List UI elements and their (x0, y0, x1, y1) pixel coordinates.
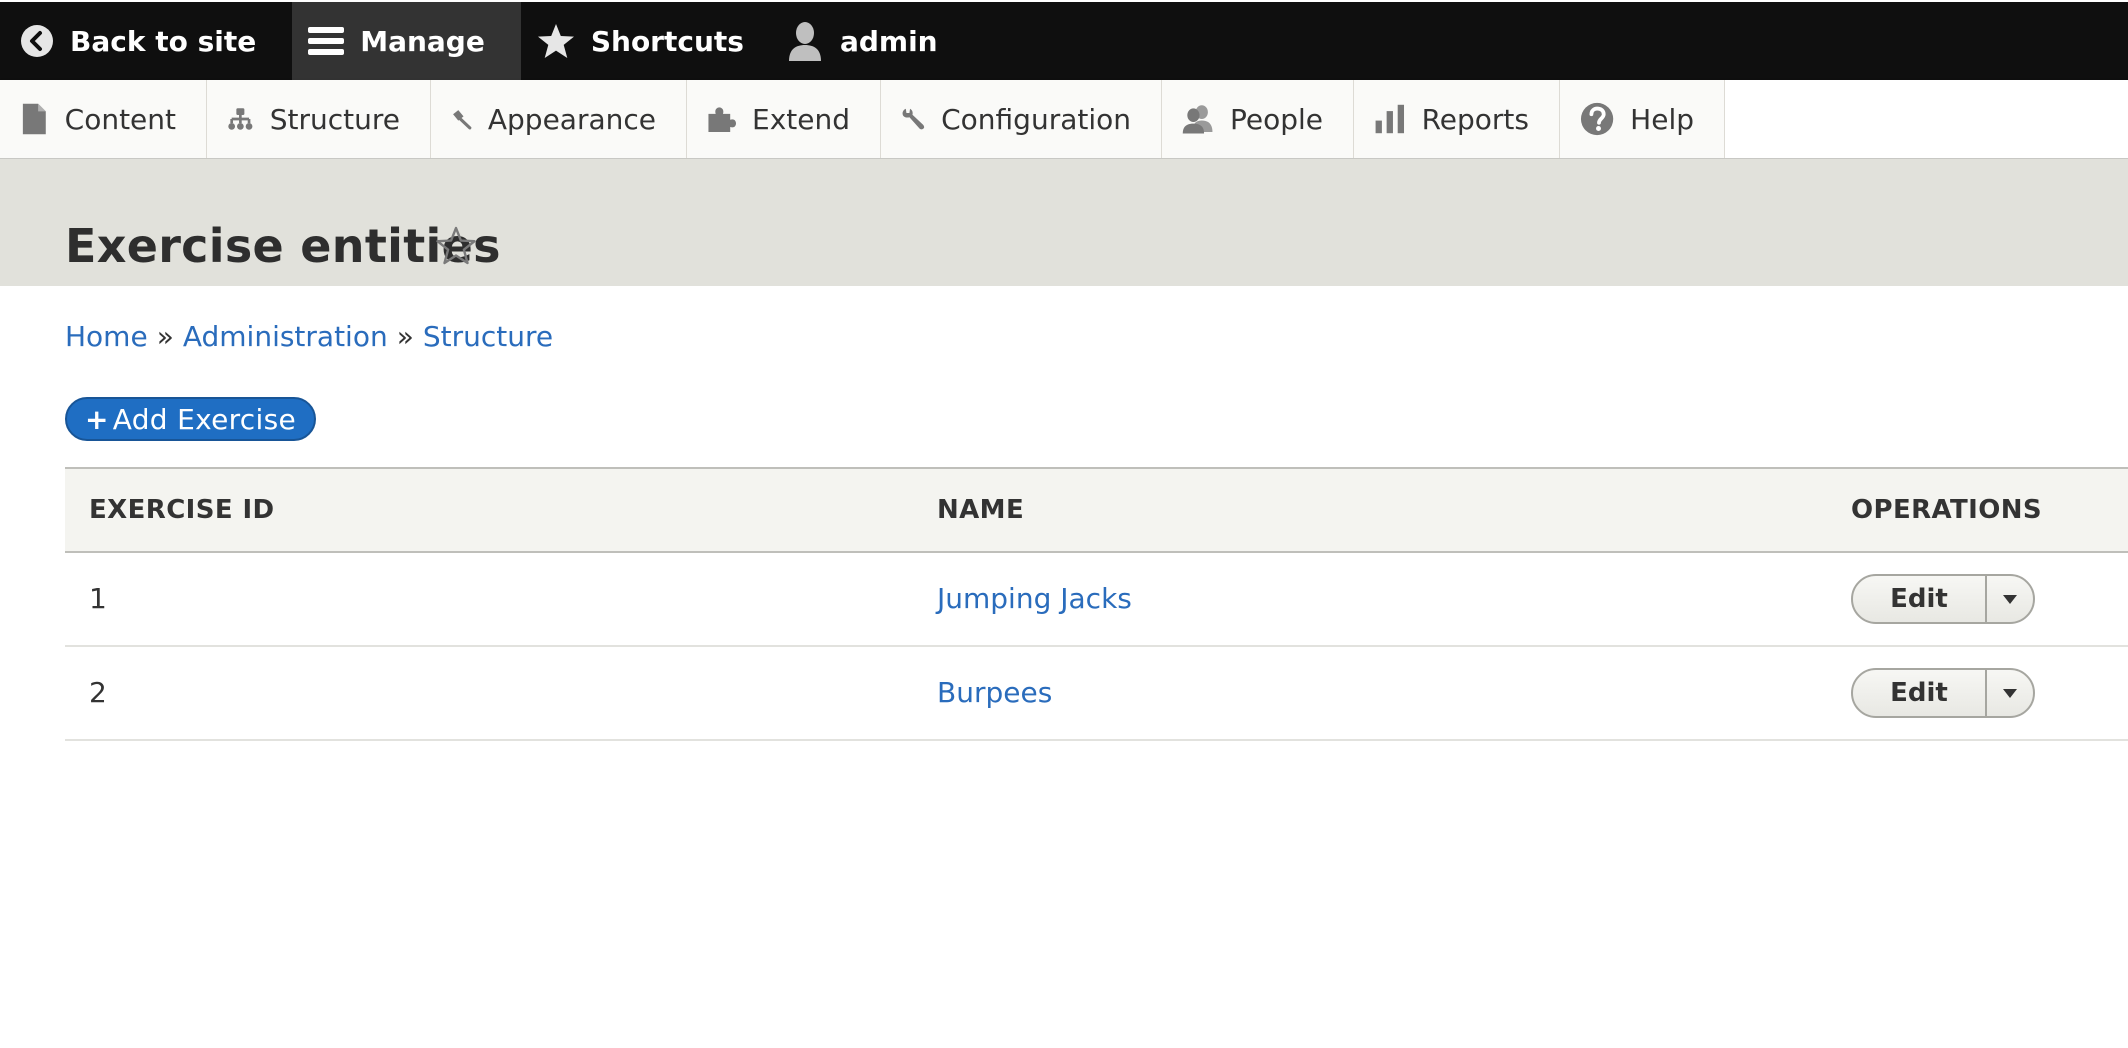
add-exercise-button[interactable]: + Add Exercise (65, 397, 316, 441)
table-row: 2 Burpees Edit (65, 647, 2128, 741)
user-icon (788, 22, 821, 61)
tray-item-help[interactable]: Help (1560, 80, 1725, 158)
exercise-name-link[interactable]: Jumping Jacks (937, 582, 1132, 615)
shortcut-star-icon[interactable] (436, 226, 476, 266)
help-icon (1580, 102, 1614, 136)
column-header-exercise-id: Exercise ID (89, 495, 275, 525)
operations-toggle[interactable] (1987, 670, 2033, 716)
file-icon (22, 103, 46, 135)
breadcrumb-administration-link[interactable]: Administration (183, 320, 388, 353)
caret-down-icon (2003, 594, 2017, 604)
shortcuts-label: Shortcuts (590, 24, 744, 58)
back-to-site-link[interactable]: Back to site (0, 2, 292, 80)
tray-item-label: Extend (752, 102, 850, 136)
tray-item-structure[interactable]: Structure (207, 80, 431, 158)
user-label: admin (839, 24, 938, 58)
manage-label: Manage (360, 24, 485, 58)
plus-icon: + (85, 402, 109, 436)
manage-tab[interactable]: Manage (292, 2, 521, 80)
edit-button[interactable]: Edit (1853, 670, 1987, 716)
edit-button[interactable]: Edit (1853, 576, 1987, 622)
operations-toggle[interactable] (1987, 576, 2033, 622)
tray-item-configuration[interactable]: Configuration (881, 80, 1162, 158)
tray-item-appearance[interactable]: Appearance (431, 80, 687, 158)
exercise-name-cell: Jumping Jacks (937, 553, 1132, 645)
tray-item-people[interactable]: People (1162, 80, 1354, 158)
exercise-name-link[interactable]: Burpees (937, 676, 1052, 709)
breadcrumb-structure-link[interactable]: Structure (423, 320, 553, 353)
breadcrumb-home-link[interactable]: Home (65, 320, 148, 353)
people-icon (1182, 105, 1213, 134)
admin-menu-tray: Content Structure Appearance Extend Conf… (0, 80, 2128, 159)
page-header: Exercise entities (0, 159, 2128, 286)
tray-spacer (1725, 80, 2128, 158)
breadcrumb-separator: » (156, 320, 174, 353)
back-to-site-label: Back to site (70, 24, 257, 58)
table-header-row: Exercise ID Name Operations (65, 469, 2128, 553)
table-row: 1 Jumping Jacks Edit (65, 553, 2128, 647)
exercise-id-cell: 2 (89, 676, 107, 709)
column-header-name: Name (937, 495, 1025, 525)
admin-toolbar: Back to site Manage Shortcuts admin (0, 2, 2128, 80)
tray-item-label: Help (1630, 102, 1694, 136)
back-arrow-icon (21, 25, 53, 57)
tray-item-extend[interactable]: Extend (687, 80, 881, 158)
tray-item-label: Content (64, 102, 176, 136)
add-exercise-label: Add Exercise (112, 402, 296, 436)
star-filled-icon (537, 24, 574, 58)
tray-item-label: People (1229, 102, 1323, 136)
breadcrumb-separator: » (396, 320, 414, 353)
user-tab[interactable]: admin (780, 2, 974, 80)
caret-down-icon (2003, 688, 2017, 698)
tray-item-label: Configuration (941, 102, 1131, 136)
column-header-operations: Operations (1851, 495, 2043, 525)
exercise-id-cell: 1 (89, 582, 107, 615)
tray-item-reports[interactable]: Reports (1354, 80, 1560, 158)
operations-dropbutton: Edit (1851, 574, 2035, 624)
tray-item-label: Appearance (487, 102, 656, 136)
shortcuts-tab[interactable]: Shortcuts (521, 2, 780, 80)
exercise-name-cell: Burpees (937, 647, 1052, 739)
puzzle-icon (708, 107, 736, 133)
bar-chart-icon (1375, 104, 1405, 134)
breadcrumb: Home» Administration» Structure (65, 320, 553, 353)
tray-item-label: Reports (1421, 102, 1529, 136)
tray-item-content[interactable]: Content (0, 80, 207, 158)
operations-dropbutton: Edit (1851, 668, 2035, 718)
sitemap-icon (228, 108, 253, 130)
wrench-icon (902, 108, 925, 130)
exercise-table: Exercise ID Name Operations 1 Jumping Ja… (65, 467, 2128, 741)
paint-brush-icon (453, 110, 472, 130)
tray-item-label: Structure (269, 102, 400, 136)
hamburger-icon (308, 27, 345, 55)
